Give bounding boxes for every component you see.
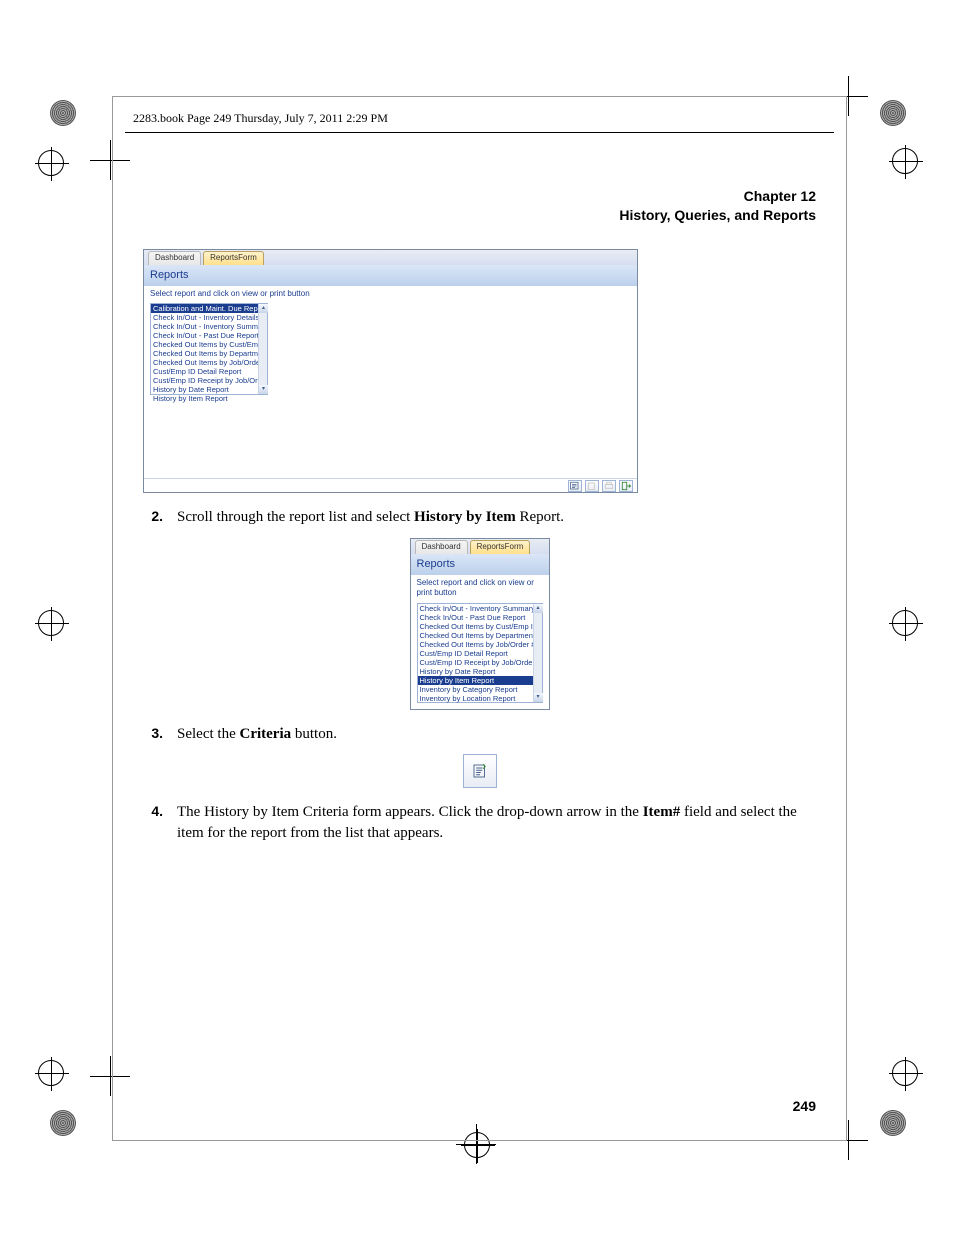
list-item[interactable]: Checked Out Items by Cust/Emp ID [418, 622, 542, 631]
instruction-text: Select report and click on view or print… [411, 575, 549, 602]
registration-mark [38, 1060, 64, 1086]
list-item[interactable]: Checked Out Items by Job/Order # [151, 358, 267, 367]
view-button[interactable] [585, 480, 599, 492]
chapter-number: Chapter 12 [113, 187, 816, 206]
registration-mark [38, 610, 64, 636]
scroll-down-icon[interactable]: ▾ [534, 693, 543, 702]
scrollbar[interactable]: ▴ ▾ [533, 604, 542, 702]
step-body: Scroll through the report list and selec… [177, 507, 816, 527]
list-item[interactable]: Check In/Out - Inventory Summary [418, 604, 542, 613]
scroll-down-icon[interactable]: ▾ [259, 385, 268, 394]
step-body: The History by Item Criteria form appear… [177, 802, 816, 843]
registration-mark [892, 148, 918, 174]
list-item[interactable]: History by Item Report [418, 676, 542, 685]
chapter-header: Chapter 12 History, Queries, and Reports [113, 133, 846, 233]
list-item[interactable]: Check In/Out - Inventory Summary [151, 322, 267, 331]
list-item[interactable]: Cust/Emp ID Detail Report [418, 649, 542, 658]
print-dot [50, 100, 76, 126]
list-item[interactable]: Inventory by Location Report [418, 694, 542, 703]
scroll-up-icon[interactable]: ▴ [259, 304, 268, 313]
step-3: 3. Select the Criteria button. [143, 724, 816, 744]
tab-row: Dashboard ReportsForm [411, 539, 549, 554]
step-body: Select the Criteria button. [177, 724, 816, 744]
list-item[interactable]: Cust/Emp ID Receipt by Job/Order# [418, 658, 542, 667]
list-item[interactable]: History by Date Report [151, 385, 267, 394]
list-item[interactable]: Checked Out Items by Department [151, 349, 267, 358]
tab-reportsform[interactable]: ReportsForm [470, 540, 531, 554]
registration-mark [892, 1060, 918, 1086]
print-dot [880, 1110, 906, 1136]
criteria-icon [471, 762, 489, 780]
tab-reportsform[interactable]: ReportsForm [203, 251, 264, 265]
criteria-button-large[interactable] [463, 754, 497, 788]
scroll-up-icon[interactable]: ▴ [534, 604, 543, 613]
print-button[interactable] [602, 480, 616, 492]
list-item[interactable]: Checked Out Items by Department [418, 631, 542, 640]
report-listbox[interactable]: Calibration and Maint. Due ReportCheck I… [150, 303, 268, 395]
tab-row: Dashboard ReportsForm [144, 250, 637, 265]
list-item[interactable]: Checked Out Items by Job/Order # [418, 640, 542, 649]
book-header: 2283.book Page 249 Thursday, July 7, 201… [125, 97, 834, 133]
list-item[interactable]: History by Item Report [151, 394, 267, 403]
registration-mark [38, 150, 64, 176]
instruction-text: Select report and click on view or print… [144, 286, 637, 302]
scrollbar[interactable]: ▴ ▾ [258, 304, 267, 394]
list-item[interactable]: Check In/Out - Past Due Report [151, 331, 267, 340]
panel-title: Reports [411, 554, 549, 575]
page-number: 249 [793, 1098, 816, 1114]
toolbar [144, 478, 637, 492]
list-item[interactable]: Checked Out Items by Cust/Emp ID [151, 340, 267, 349]
step-2: 2. Scroll through the report list and se… [143, 507, 816, 527]
criteria-button[interactable] [568, 480, 582, 492]
list-item[interactable]: Cust/Emp ID Detail Report [151, 367, 267, 376]
page-frame: 2283.book Page 249 Thursday, July 7, 201… [112, 96, 847, 1141]
step-number: 3. [143, 724, 163, 744]
step-number: 4. [143, 802, 163, 843]
tab-dashboard[interactable]: Dashboard [148, 251, 201, 265]
step-number: 2. [143, 507, 163, 527]
list-item[interactable]: Check In/Out - Inventory Details [151, 313, 267, 322]
list-item[interactable]: Check In/Out - Past Due Report [418, 613, 542, 622]
chapter-title: History, Queries, and Reports [113, 206, 816, 225]
print-dot [880, 100, 906, 126]
list-item[interactable]: Calibration and Maint. Due Report [151, 304, 267, 313]
screenshot-reports-list: Dashboard ReportsForm Reports Select rep… [410, 538, 550, 710]
tab-dashboard[interactable]: Dashboard [415, 540, 468, 554]
screenshot-reports-form: Dashboard ReportsForm Reports Select rep… [143, 249, 638, 494]
exit-button[interactable] [619, 480, 633, 492]
panel-title: Reports [144, 265, 637, 286]
list-item[interactable]: History by Date Report [418, 667, 542, 676]
list-item[interactable]: Inventory by Category Report [418, 685, 542, 694]
step-4: 4. The History by Item Criteria form app… [143, 802, 816, 843]
list-item[interactable]: Cust/Emp ID Receipt by Job/Order# [151, 376, 267, 385]
print-dot [50, 1110, 76, 1136]
report-listbox[interactable]: Check In/Out - Inventory SummaryCheck In… [417, 603, 543, 703]
registration-mark [892, 610, 918, 636]
